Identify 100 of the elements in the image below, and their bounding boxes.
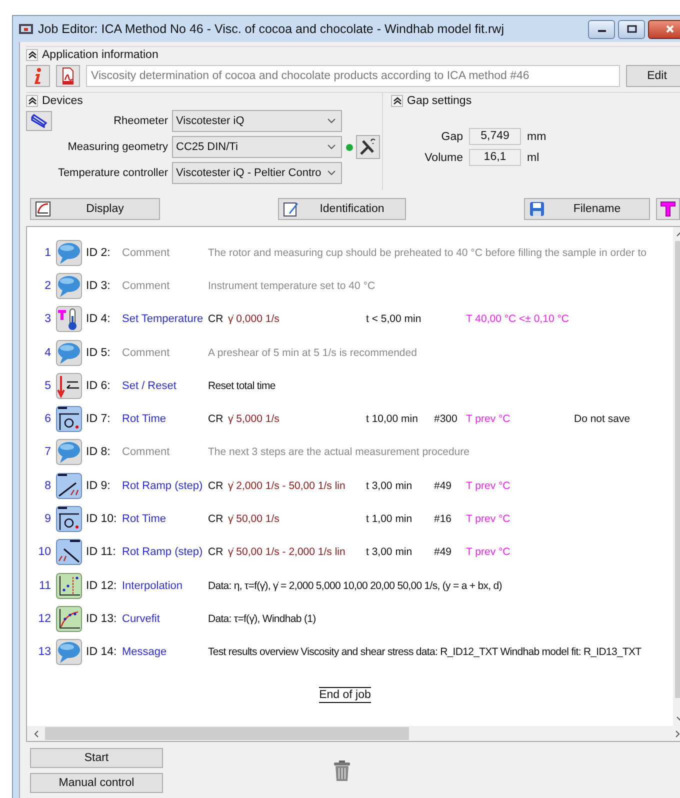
step-number: 2	[44, 280, 51, 292]
thermometer-icon[interactable]	[56, 306, 82, 332]
field-label: Temperature controller	[56, 167, 169, 179]
message-bubble-icon[interactable]	[56, 439, 82, 466]
step-parameter: T prev °C	[466, 480, 512, 492]
scatter-plot-icon[interactable]	[56, 572, 82, 599]
step-parameter: CR	[208, 313, 224, 326]
device-dropdown[interactable]: CC25 DIN/Ti	[172, 136, 342, 158]
maximize-button[interactable]	[618, 20, 645, 38]
step-name: Message	[122, 646, 168, 658]
message-bubble-icon[interactable]	[56, 240, 82, 266]
scroll-right-icon[interactable]	[675, 730, 680, 738]
text-button[interactable]	[656, 198, 680, 220]
identification-button[interactable]: Identification	[278, 198, 406, 220]
step-parameter: Reset total time	[208, 380, 276, 392]
section-header: Gap settings	[407, 94, 472, 106]
horizontal-scrollbar[interactable]	[27, 726, 680, 741]
save-icon	[529, 201, 545, 217]
step-parameter: t 10,00 min	[366, 413, 419, 426]
step-number: 3	[44, 313, 51, 326]
start-button[interactable]: Start	[30, 748, 163, 768]
message-bubble-icon[interactable]	[56, 340, 82, 366]
info-button[interactable]	[26, 65, 50, 87]
step-name: Rot Ramp (step)	[122, 480, 204, 492]
step-name: Comment	[122, 346, 171, 359]
step-parameter: CR	[208, 480, 224, 492]
step-parameter: Data: τ=f(γ̇), Windhab (1)	[208, 612, 317, 625]
step-parameter: The rotor and measuring cup should be preheated to 40 °C before filling the sample in order to	[208, 246, 646, 259]
step-id: ID 8:	[85, 446, 112, 458]
step-parameter: #49	[434, 546, 453, 558]
step-number: 10	[37, 546, 51, 558]
pdf-button[interactable]	[56, 65, 80, 87]
step-number: 9	[44, 513, 51, 526]
step-parameter: t 1,00 min	[366, 513, 414, 526]
step-number: 7	[44, 446, 51, 458]
step-name: Rot Time	[122, 513, 168, 526]
chart-icon	[35, 201, 51, 217]
step-id: ID 2:	[85, 246, 112, 259]
device-dropdown[interactable]: Viscotester iQ	[172, 110, 342, 132]
minimize-button[interactable]	[588, 20, 615, 38]
close-icon	[665, 25, 675, 33]
step-parameter: Do not save	[574, 413, 630, 426]
step-parameter: T prev °C	[466, 546, 512, 558]
step-name: Set Temperature	[122, 313, 204, 326]
device-button[interactable]	[26, 111, 52, 131]
message-bubble-icon[interactable]	[56, 272, 82, 299]
ramp-up-icon[interactable]	[56, 472, 82, 499]
collapse-button[interactable]	[391, 94, 403, 106]
step-parameter: γ̇ 5,000 1/s	[228, 413, 280, 426]
step-number: 13	[37, 646, 51, 658]
step-id: ID 3:	[85, 280, 112, 292]
step-name: Set / Reset	[122, 380, 178, 392]
step-parameter: A preshear of 5 min at 5 1/s is recommended	[208, 346, 418, 359]
device-dropdown[interactable]: Viscotester iQ - Peltier Contro	[172, 162, 342, 184]
step-number: 8	[44, 480, 51, 492]
step-number: 4	[44, 346, 51, 359]
description-field[interactable]: Viscosity determination of cocoa and chocolate products according to ICA method #46	[86, 65, 620, 87]
tools-button[interactable]	[356, 135, 380, 159]
step-id: ID 5:	[85, 346, 112, 359]
step-parameter: T prev °C	[466, 513, 512, 526]
step-number: 11	[38, 580, 51, 592]
section-header: Application information	[42, 48, 158, 60]
step-name: Rot Time	[122, 413, 168, 426]
step-id: ID 10:	[85, 513, 118, 526]
step-parameter: γ̇ 2,000 1/s - 50,00 1/s lin	[228, 480, 346, 492]
window-title: Job Editor: ICA Method No 46 - Visc. of cocoa and chocolate - Windhab model fit.rwj	[38, 22, 504, 36]
step-name: Rot Ramp (step)	[122, 546, 204, 558]
step-id: ID 4:	[85, 313, 112, 326]
ramp-down-icon[interactable]	[56, 539, 82, 566]
section-header: Devices	[42, 94, 83, 106]
curve-plot-icon[interactable]	[56, 606, 82, 632]
trash-icon[interactable]	[333, 760, 351, 782]
filename-button[interactable]: Filename	[524, 198, 650, 220]
step-name: Curvefit	[122, 612, 161, 625]
step-name: Comment	[122, 280, 171, 292]
display-button[interactable]: Display	[30, 198, 160, 220]
step-parameter: CR	[208, 546, 224, 558]
step-number: 12	[37, 612, 51, 625]
step-id: ID 11:	[85, 546, 117, 558]
rotation-timer-icon[interactable]	[56, 506, 82, 532]
edit-button[interactable]: Edit	[626, 65, 680, 87]
close-button[interactable]	[648, 20, 680, 38]
field-label: Volume	[424, 152, 463, 164]
step-id: ID 12:	[85, 580, 118, 592]
unit-label: ml	[527, 152, 540, 164]
step-id: ID 13:	[85, 612, 118, 625]
rotation-timer-icon[interactable]	[56, 406, 82, 432]
step-parameter: #300	[434, 413, 458, 426]
step-name: Comment	[122, 446, 171, 458]
manual-control-button[interactable]: Manual control	[30, 773, 163, 793]
collapse-button[interactable]	[26, 48, 38, 60]
document-icon	[60, 67, 76, 85]
step-number: 5	[44, 380, 51, 392]
step-number: 6	[44, 413, 51, 426]
collapse-button[interactable]	[26, 94, 38, 106]
message-bubble-icon[interactable]	[56, 639, 82, 666]
step-id: ID 6:	[85, 380, 112, 392]
value-field: 5,749	[469, 128, 521, 145]
step-number: 1	[44, 246, 51, 259]
scroll-left-icon[interactable]	[33, 730, 39, 738]
